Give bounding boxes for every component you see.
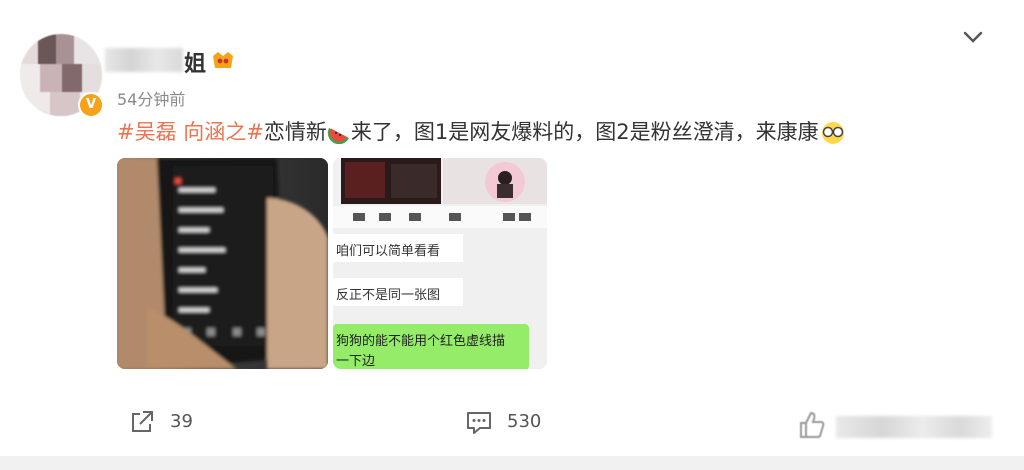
post-image-2[interactable]: 咱们可以简单看看 反正不是同一张图 狗狗的能不能用个红色虚线描 一下边 — [333, 158, 547, 369]
chat-message: 咱们可以简单看看 — [336, 244, 441, 259]
glasses-emoji — [821, 122, 844, 144]
verified-badge-icon: V — [78, 92, 104, 118]
weibo-post-card: V 姐 54分钟前 #吴磊 向涵之#恋情新 来了，图1是网友爆料的，图2是粉丝澄清… — [0, 0, 1024, 470]
watermelon-emoji — [327, 128, 349, 144]
author-name[interactable]: 姐 — [184, 46, 206, 78]
author-name-redacted — [105, 48, 183, 72]
action-comment[interactable]: 530 — [465, 408, 555, 438]
post-content: #吴磊 向涵之#恋情新 来了，图1是网友爆料的，图2是粉丝澄清，来康康 — [117, 116, 847, 146]
comment-count: 530 — [507, 411, 542, 432]
comment-icon — [467, 412, 491, 434]
chevron-down-icon[interactable] — [962, 28, 984, 46]
chat-message: 反正不是同一张图 — [336, 288, 441, 303]
post-text-part1: 恋情新 — [263, 120, 327, 144]
share-icon — [132, 411, 153, 432]
post-image-1[interactable] — [117, 158, 328, 369]
post-text-part2: 来了，图1是网友爆料的，图2是粉丝澄清，来康康 — [350, 120, 819, 144]
post-time: 54分钟前 — [117, 90, 186, 109]
like-area-redacted — [836, 416, 992, 438]
vip-badge-icon — [213, 52, 233, 68]
chat-message: 一下边 — [336, 354, 376, 369]
hashtag-link[interactable]: #吴磊 向涵之# — [117, 120, 264, 144]
share-count: 39 — [170, 411, 193, 432]
chat-message: 狗狗的能不能用个红色虚线描 — [336, 334, 506, 349]
action-share[interactable]: 39 — [128, 408, 208, 438]
card-separator — [0, 456, 1024, 470]
like-icon[interactable] — [798, 410, 826, 440]
